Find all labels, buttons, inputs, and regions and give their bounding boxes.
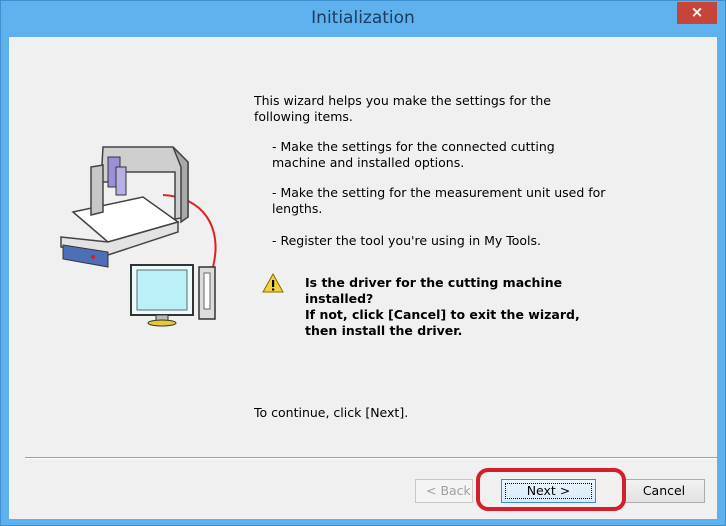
warning-icon — [262, 272, 284, 297]
close-icon: × — [690, 3, 704, 21]
item1-line-2: machine and installed options. — [272, 155, 465, 170]
cancel-button[interactable]: Cancel — [623, 479, 705, 503]
next-button-highlight — [476, 468, 626, 511]
warning-line-1: Is the driver for the cutting machine — [305, 275, 563, 290]
warning-line-4: then install the driver. — [305, 323, 463, 338]
continue-text: To continue, click [Next]. — [254, 405, 409, 420]
item-my-tools: - Register the tool you're using in My T… — [272, 233, 542, 248]
intro-line-2: following items. — [254, 109, 353, 124]
warning-line-3: If not, click [Cancel] to exit the wizar… — [305, 307, 580, 322]
back-button[interactable]: < Back — [415, 479, 473, 503]
item2-line-2: lengths. — [272, 201, 323, 216]
cutting-machine-illustration — [53, 127, 223, 331]
intro-text: This wizard helps you make the settings … — [254, 93, 551, 125]
title-bar[interactable]: Initialization × — [1, 1, 725, 37]
wizard-client-area: This wizard helps you make the settings … — [9, 37, 717, 519]
driver-warning-text: Is the driver for the cutting machine in… — [305, 275, 625, 339]
item-measurement-unit: - Make the setting for the measurement u… — [272, 185, 605, 217]
dialog-window: Initialization × This wizard helps you m… — [0, 0, 726, 526]
divider — [25, 457, 717, 459]
intro-line-1: This wizard helps you make the settings … — [254, 93, 551, 108]
item2-line-1: - Make the setting for the measurement u… — [272, 185, 606, 200]
window-title: Initialization — [311, 8, 415, 28]
item-machine-settings: - Make the settings for the connected cu… — [272, 139, 555, 171]
close-button[interactable]: × — [677, 2, 717, 24]
warning-line-2: installed? — [305, 291, 374, 306]
item1-line-1: - Make the settings for the connected cu… — [272, 139, 555, 154]
